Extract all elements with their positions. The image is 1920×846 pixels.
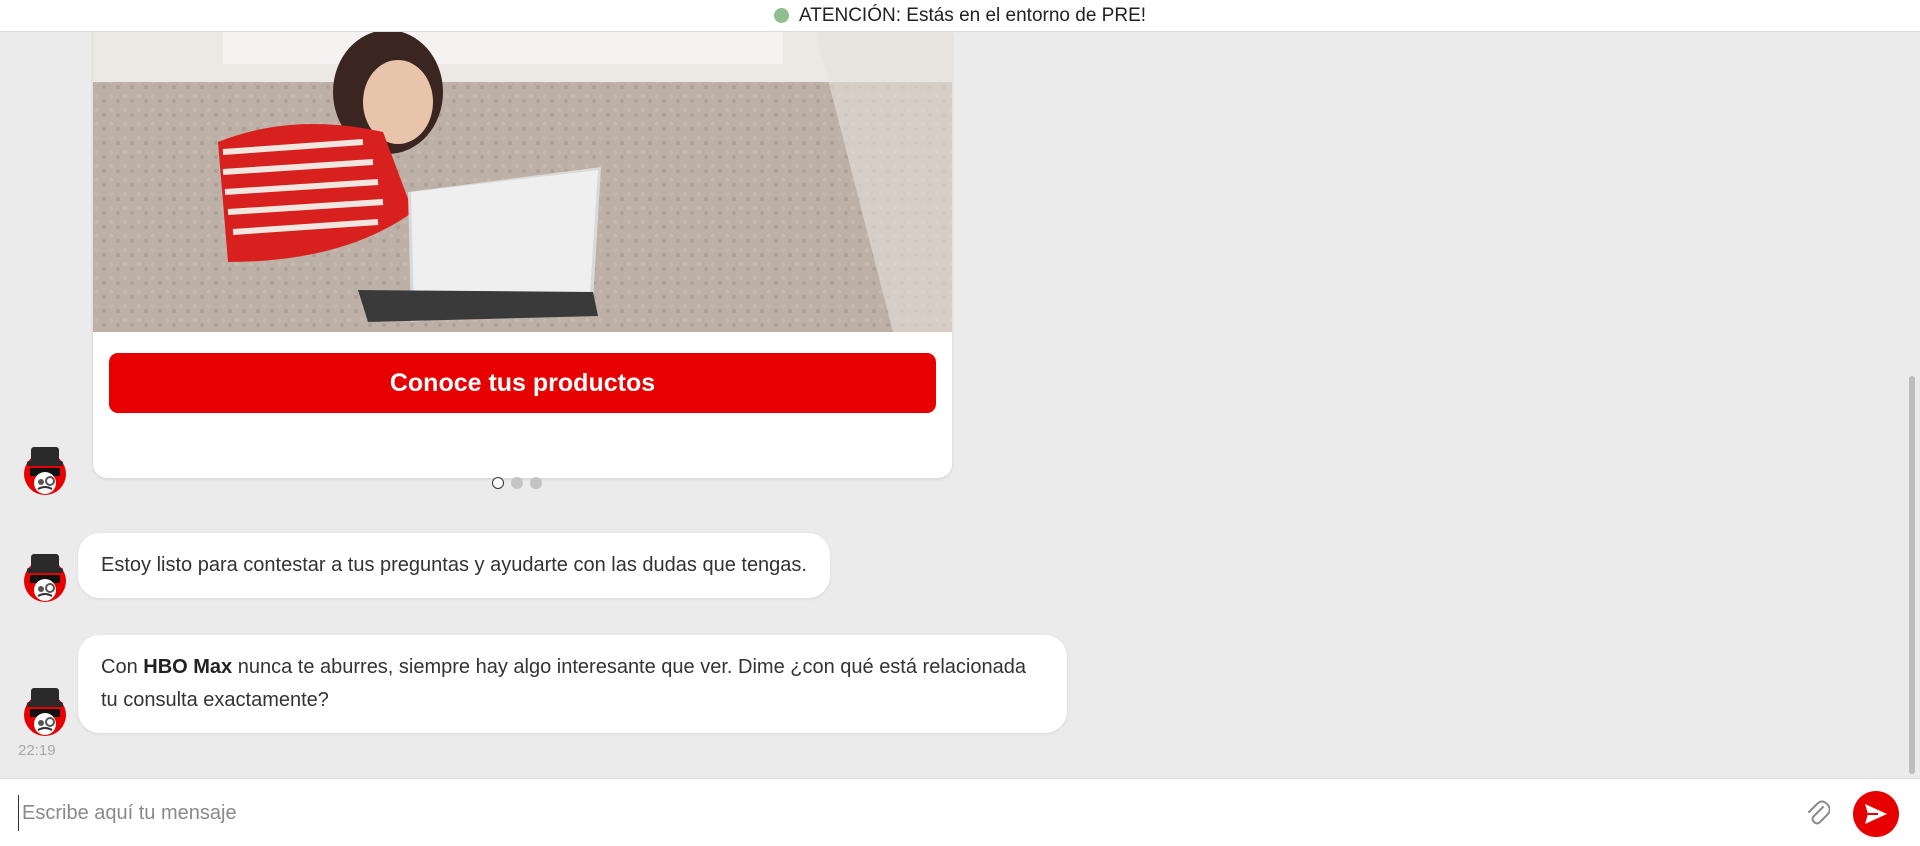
carousel-dot[interactable] bbox=[530, 477, 542, 489]
bot-message: Estoy listo para contestar a tus pregunt… bbox=[78, 533, 830, 598]
message-text-post: nunca te aburres, siempre hay algo inter… bbox=[101, 656, 1026, 711]
message-composer bbox=[0, 778, 1920, 846]
send-arrow-icon bbox=[1865, 804, 1887, 824]
chat-scrollbar[interactable] bbox=[1904, 32, 1920, 778]
carousel-card: Conoce tus productos bbox=[93, 32, 952, 478]
send-button[interactable] bbox=[1853, 791, 1899, 837]
scrollbar-thumb[interactable] bbox=[1909, 376, 1915, 774]
promo-photo bbox=[93, 32, 952, 332]
bot-avatar-icon bbox=[20, 444, 70, 496]
banner-text: ATENCIÓN: Estás en el entorno de PRE! bbox=[798, 4, 1147, 26]
message-text-pre: Con bbox=[101, 656, 144, 678]
chat-transcript[interactable]: Conoce tus productos Estoy listo para co… bbox=[0, 32, 1904, 778]
message-text-bold: HBO Max bbox=[143, 656, 233, 678]
environment-banner: ATENCIÓN: Estás en el entorno de PRE! bbox=[0, 0, 1920, 32]
carousel-dot[interactable] bbox=[492, 477, 504, 489]
status-dot-icon bbox=[773, 8, 789, 23]
bot-message: Con HBO Max nunca te aburres, siempre ha… bbox=[78, 635, 1067, 733]
carousel-pagination bbox=[492, 477, 542, 489]
bot-avatar-icon bbox=[20, 685, 70, 737]
know-products-button[interactable]: Conoce tus productos bbox=[109, 353, 936, 413]
message-text: Estoy listo para contestar a tus pregunt… bbox=[101, 554, 807, 576]
bot-avatar-icon bbox=[20, 551, 70, 603]
message-timestamp: 22:19 bbox=[18, 742, 56, 759]
carousel-dot[interactable] bbox=[511, 477, 523, 489]
paperclip-icon[interactable] bbox=[1806, 799, 1831, 825]
message-input[interactable] bbox=[18, 795, 1788, 831]
